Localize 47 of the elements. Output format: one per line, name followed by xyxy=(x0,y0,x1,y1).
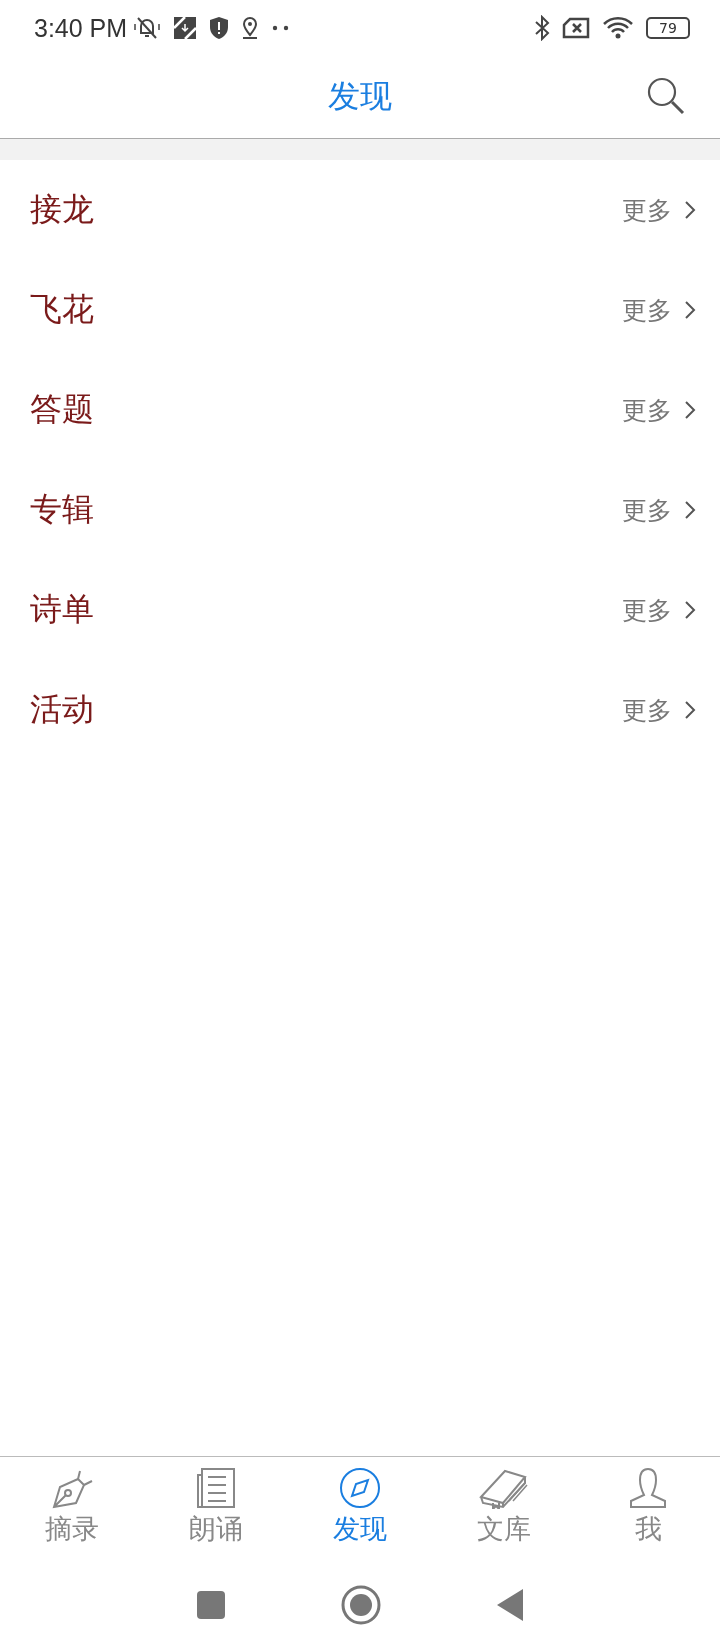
chevron-right-icon xyxy=(684,600,696,620)
tab-item[interactable]: 文库 xyxy=(432,1457,576,1560)
section-row[interactable]: 活动 更多 xyxy=(0,660,720,760)
section-label: 答题 xyxy=(30,389,95,430)
status-time: 3:40 PM xyxy=(34,13,128,43)
more-link[interactable]: 更多 xyxy=(622,293,672,327)
section-label: 专辑 xyxy=(30,489,95,530)
section-label: 飞花 xyxy=(30,289,95,330)
more-link[interactable]: 更多 xyxy=(622,393,672,427)
section-row[interactable]: 专辑 更多 xyxy=(0,460,720,560)
more-link[interactable]: 更多 xyxy=(622,493,672,527)
back-button[interactable] xyxy=(496,1588,524,1622)
home-button[interactable] xyxy=(341,1585,381,1625)
compass-icon xyxy=(339,1467,381,1509)
more-link[interactable]: 更多 xyxy=(622,693,672,727)
more-link[interactable]: 更多 xyxy=(622,593,672,627)
person-icon xyxy=(627,1467,669,1509)
section-label: 诗单 xyxy=(30,589,95,630)
battery-indicator: 79 xyxy=(646,17,690,39)
chevron-right-icon xyxy=(684,200,696,220)
bluetooth-icon xyxy=(534,15,550,41)
muted-bell-icon xyxy=(133,15,162,41)
section-label: 接龙 xyxy=(30,189,95,230)
newspaper-icon xyxy=(196,1467,236,1509)
tab-item[interactable]: 发现 xyxy=(288,1457,432,1560)
chevron-right-icon xyxy=(684,400,696,420)
chevron-right-icon xyxy=(684,300,696,320)
more-link[interactable]: 更多 xyxy=(622,193,672,227)
section-row[interactable]: 接龙 更多 xyxy=(0,160,720,260)
tab-item[interactable]: 朗诵 xyxy=(144,1457,288,1560)
section-row[interactable]: 诗单 更多 xyxy=(0,560,720,660)
wifi-icon xyxy=(602,16,634,40)
tab-item[interactable]: 我 xyxy=(576,1457,720,1560)
book-icon xyxy=(479,1467,529,1509)
section-row[interactable]: 答题 更多 xyxy=(0,360,720,460)
shield-icon xyxy=(209,16,230,40)
recents-button[interactable] xyxy=(196,1590,226,1620)
gallery-icon xyxy=(173,16,198,40)
chevron-right-icon xyxy=(684,700,696,720)
no-sim-icon xyxy=(562,17,590,39)
location-icon xyxy=(241,16,260,40)
section-row[interactable]: 飞花 更多 xyxy=(0,260,720,360)
chevron-right-icon xyxy=(684,500,696,520)
search-icon[interactable] xyxy=(646,76,686,116)
tab-item[interactable]: 摘录 xyxy=(0,1457,144,1560)
section-label: 活动 xyxy=(30,689,95,730)
page-title: 发现 xyxy=(328,76,392,117)
